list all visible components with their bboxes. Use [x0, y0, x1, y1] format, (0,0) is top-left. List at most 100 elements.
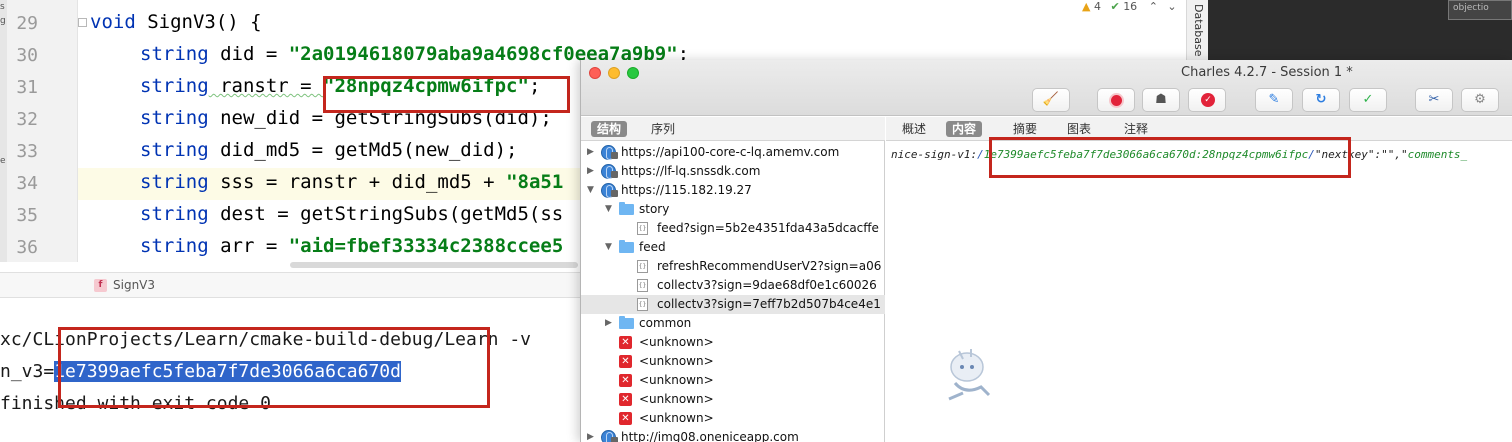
- tree-row[interactable]: ▶ http://img08.oneniceapp.com: [581, 428, 885, 442]
- line-number: 34: [16, 173, 38, 194]
- code-line[interactable]: void SignV3() {: [90, 10, 262, 42]
- screenshot: s g e 29 30 31 32 33 34 35 36 void SignV…: [0, 0, 1512, 442]
- tree-row[interactable]: ▶ common: [581, 314, 885, 333]
- line-number: 35: [16, 205, 38, 226]
- lock-icon: [611, 190, 618, 197]
- tree-row[interactable]: ✕ <unknown>: [581, 371, 885, 390]
- tree-row[interactable]: ✕ <unknown>: [581, 352, 885, 371]
- background-window-tab: objectio: [1448, 0, 1512, 20]
- disclosure-collapsed-icon[interactable]: ▶: [587, 143, 597, 162]
- code-line[interactable]: string dest = getStringSubs(getMd5(ss: [140, 202, 563, 234]
- tab-chart[interactable]: 图表: [1061, 121, 1097, 137]
- record-icon[interactable]: [1097, 88, 1135, 112]
- edge-glyph: g: [0, 16, 6, 26]
- tree-row-label: common: [639, 316, 692, 330]
- tree-row-label: collectv3?sign=7eff7b2d507b4ce4e1: [657, 297, 881, 311]
- edge-glyph: e: [0, 156, 6, 166]
- tab-contents[interactable]: 内容: [946, 121, 983, 137]
- tree-row[interactable]: ▶ https://lf-lq.snssdk.com: [581, 162, 885, 181]
- chevron-down-icon[interactable]: ⌄: [1167, 0, 1176, 13]
- tab-overview[interactable]: 概述: [896, 121, 932, 137]
- tree-row-label: <unknown>: [639, 335, 714, 349]
- folder-icon: [619, 202, 634, 215]
- database-tool-tab[interactable]: Database: [1186, 0, 1208, 62]
- error-icon: ✕: [619, 393, 632, 406]
- line-number: 32: [16, 109, 38, 130]
- folder-icon: [619, 240, 634, 253]
- settings-icon[interactable]: ⚙: [1461, 88, 1499, 112]
- warning-count: 4: [1093, 0, 1101, 13]
- disclosure-expanded-icon[interactable]: ▼: [605, 200, 615, 219]
- tree-row-label: collectv3?sign=9dae68df0e1c60026: [657, 278, 877, 292]
- code-text: ranstr =: [208, 75, 324, 97]
- validate-icon[interactable]: ✓: [1349, 88, 1387, 112]
- separator: /: [977, 148, 984, 161]
- left-tool-strip: s g e: [0, 0, 7, 262]
- error-icon: ✕: [619, 355, 632, 368]
- code-text: did =: [208, 43, 289, 65]
- structure-pane: 结构 序列 ▶ https://api100-core-c-lq.amemv.co…: [581, 117, 885, 442]
- disclosure-collapsed-icon[interactable]: ▶: [587, 428, 597, 442]
- disclosure-collapsed-icon[interactable]: ▶: [587, 162, 597, 181]
- tab-summary[interactable]: 摘要: [1007, 121, 1043, 137]
- breadcrumb-item[interactable]: SignV3: [113, 278, 155, 292]
- horizontal-scrollbar[interactable]: [290, 262, 578, 268]
- tree-row[interactable]: {} refreshRecommendUserV2?sign=a06: [581, 257, 885, 276]
- tree-row[interactable]: ▼ https://115.182.19.27: [581, 181, 885, 200]
- lock-icon: [611, 152, 618, 159]
- string-literal: "8a51: [506, 171, 564, 193]
- request-icon: {}: [637, 279, 648, 292]
- chevron-up-icon[interactable]: ⌃: [1149, 0, 1158, 13]
- tab-notes[interactable]: 注释: [1118, 121, 1154, 137]
- lock-icon: [611, 437, 618, 442]
- compose-icon[interactable]: ✎: [1255, 88, 1293, 112]
- request-icon: {}: [637, 260, 648, 273]
- edge-glyph: s: [0, 2, 5, 12]
- line-number: 30: [16, 45, 38, 66]
- warning-icon: ▲: [1082, 0, 1091, 13]
- minimize-window-icon[interactable]: [608, 67, 620, 79]
- tree-row[interactable]: ✕ <unknown>: [581, 409, 885, 428]
- code-text: dest = getStringSubs(getMd5(ss: [208, 203, 564, 225]
- request-icon: {}: [637, 222, 648, 235]
- fold-marker-icon[interactable]: [78, 18, 87, 27]
- error-icon: ✕: [619, 412, 632, 425]
- tree-row[interactable]: {} collectv3?sign=9dae68df0e1c60026: [581, 276, 885, 295]
- tab-sequence[interactable]: 序列: [645, 121, 681, 137]
- background-window-tab-label: objectio: [1453, 3, 1489, 13]
- throttle-icon[interactable]: ☗: [1142, 88, 1180, 112]
- disclosure-collapsed-icon[interactable]: ▶: [605, 314, 615, 333]
- zoom-window-icon[interactable]: [627, 67, 639, 79]
- header-key: nice-sign-v1:: [891, 148, 978, 161]
- disclosure-expanded-icon[interactable]: ▼: [605, 238, 615, 257]
- tree-row[interactable]: ✕ <unknown>: [581, 333, 885, 352]
- code-line[interactable]: string sss = ranstr + did_md5 + "8a51: [140, 170, 563, 202]
- console-text: n_v3=: [0, 361, 55, 382]
- code-text: arr =: [208, 235, 289, 257]
- keyword: string: [140, 171, 209, 193]
- tree-row[interactable]: {} feed?sign=5b2e4351fda43a5dcacffe: [581, 219, 885, 238]
- inspection-widget[interactable]: ▲ 4 ✔ 16 ⌃ ⌄: [1082, 0, 1177, 13]
- line-number: 31: [16, 77, 38, 98]
- close-window-icon[interactable]: [589, 67, 601, 79]
- code-line[interactable]: string did_md5 = getMd5(new_did);: [140, 138, 518, 170]
- tree-row-label: <unknown>: [639, 354, 714, 368]
- tree-row[interactable]: ▼ story: [581, 200, 885, 219]
- breakpoint-icon[interactable]: [1188, 88, 1226, 112]
- disclosure-expanded-icon[interactable]: ▼: [587, 181, 597, 200]
- watermark-mascot-icon: [948, 349, 991, 401]
- string-literal: "aid=fbef33334c2388ccee5: [288, 235, 564, 257]
- annotation-box: [58, 327, 490, 408]
- broom-icon[interactable]: 🧹: [1032, 88, 1070, 112]
- tools-icon[interactable]: ✂: [1415, 88, 1453, 112]
- tab-structure[interactable]: 结构: [591, 121, 628, 137]
- tree-row[interactable]: ▶ https://api100-core-c-lq.amemv.com: [581, 143, 885, 162]
- tree-row[interactable]: {} collectv3?sign=7eff7b2d507b4ce4e1: [581, 295, 885, 314]
- tree-row[interactable]: ▼ feed: [581, 238, 885, 257]
- tree-row[interactable]: ✕ <unknown>: [581, 390, 885, 409]
- repeat-icon[interactable]: ↻: [1302, 88, 1340, 112]
- tree-row-label: <unknown>: [639, 392, 714, 406]
- keyword: string: [140, 107, 209, 129]
- view-tabs: 结构 序列: [581, 117, 885, 141]
- tree-row-label: <unknown>: [639, 411, 714, 425]
